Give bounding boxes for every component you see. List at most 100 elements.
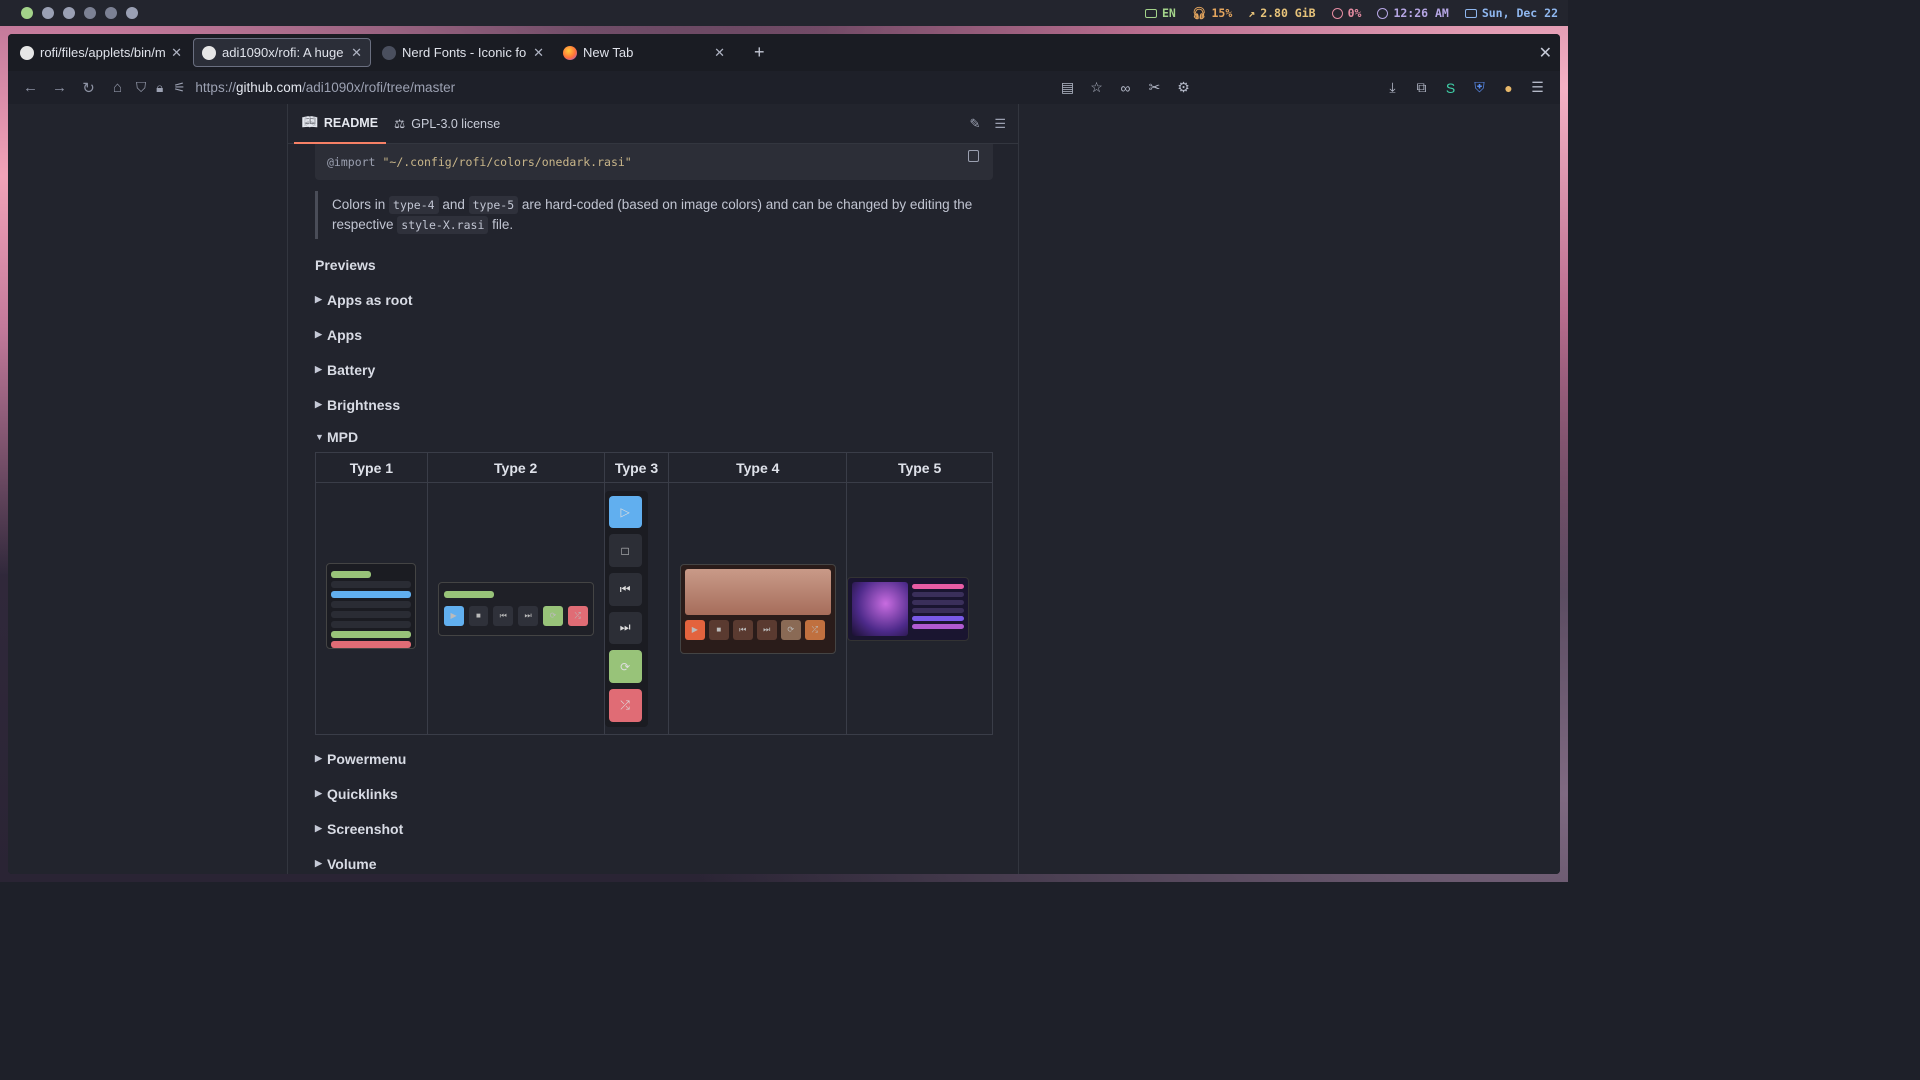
close-tab-icon[interactable]: ✕ [533, 45, 544, 61]
navigation-bar: ← → ↻ ⌂ ⛉ 🔒︎ ⚟ https://github.com/adi109… [8, 71, 1560, 104]
collapsed-triangle-icon: ▶ [315, 294, 322, 304]
readme-content: @import "~/.config/rofi/colors/onedark.r… [315, 144, 993, 874]
tab-adi1090x-rofi[interactable]: adi1090x/rofi: A huge c ✕ [193, 38, 371, 67]
collapsed-triangle-icon: ▶ [315, 753, 322, 763]
reload-icon[interactable]: ↻ [74, 73, 103, 102]
expanded-triangle-icon: ▼ [315, 432, 324, 442]
collapsed-triangle-icon: ▶ [315, 788, 322, 798]
url-text[interactable]: https://github.com/adi1090x/rofi/tree/ma… [195, 80, 455, 95]
bitwarden-shield-icon[interactable]: ⛨ [1465, 73, 1494, 102]
book-icon: 📖︎ [302, 115, 318, 129]
workspace-dot-4[interactable] [84, 7, 96, 19]
keyboard-icon [1145, 8, 1157, 18]
tab-new-tab[interactable]: New Tab ✕ [555, 38, 733, 67]
url-bar[interactable]: ⛉ 🔒︎ ⚟ https://github.com/adi1090x/rofi/… [132, 74, 1053, 102]
forward-arrow-icon[interactable]: → [45, 73, 74, 102]
readme-header: 📖︎ README ⚖ GPL-3.0 license ✎ ☰ [288, 104, 1018, 144]
screenshot-icon[interactable]: ✂ [1140, 73, 1169, 102]
download-icon[interactable]: ⤓ [1378, 73, 1407, 102]
type-5-cell [846, 482, 993, 735]
tab-rofi-files[interactable]: rofi/files/applets/bin/m ✕ [12, 38, 190, 67]
next-icon: ⏭ [608, 611, 642, 645]
clock-icon [1377, 7, 1389, 19]
headphones-icon: 🎧︎ [1191, 6, 1207, 20]
type-3-screenshot[interactable]: ▷ □ ⏮ ⏭ ⟳ ⤮ [604, 490, 648, 727]
type-1-cell [315, 482, 428, 735]
tab-license[interactable]: ⚖ GPL-3.0 license [386, 104, 508, 144]
workspace-dot-2[interactable] [42, 7, 54, 19]
workspace-dot-1[interactable] [21, 7, 33, 19]
copy-icon[interactable] [968, 150, 979, 162]
tab-nerd-fonts[interactable]: Nerd Fonts - Iconic fon ✕ [374, 38, 552, 67]
close-tab-icon[interactable]: ✕ [351, 45, 362, 61]
stop-icon: □ [608, 534, 642, 567]
column-header: Type 3 [603, 452, 670, 483]
cpu-status: 0% [1331, 6, 1361, 20]
volume-status[interactable]: 🎧︎ 15% [1192, 6, 1232, 20]
type-2-screenshot[interactable]: ▶ ■ ⏮ ⏭ ⟳ ⤮ [437, 581, 594, 636]
type-4-cell: ▶ ■ ⏮ ⏭ ⟳ ⤮ [668, 482, 848, 735]
previews-heading: Previews [315, 257, 376, 273]
collapsed-triangle-icon: ▶ [315, 364, 322, 374]
summary-mpd[interactable]: ▼ MPD [315, 422, 993, 452]
summary-powermenu[interactable]: ▶ Powermenu [315, 741, 993, 776]
readme-panel: 📖︎ README ⚖ GPL-3.0 license ✎ ☰ @import … [287, 104, 1019, 874]
column-header: Type 4 [668, 452, 848, 483]
code-block: @import "~/.config/rofi/colors/onedark.r… [315, 144, 993, 180]
summary-quicklinks[interactable]: ▶ Quicklinks [315, 776, 993, 811]
back-arrow-icon[interactable]: ← [16, 73, 45, 102]
keyboard-layout[interactable]: EN [1145, 6, 1176, 20]
type-4-screenshot[interactable]: ▶ ■ ⏮ ⏭ ⟳ ⤮ [679, 563, 836, 654]
blockquote-note: Colors in type-4 and type-5 are hard-cod… [315, 191, 993, 239]
profile-avatar-icon[interactable]: ● [1494, 73, 1523, 102]
summary-volume[interactable]: ▶ Volume [315, 846, 993, 874]
home-icon[interactable]: ⌂ [103, 73, 132, 102]
shield-icon[interactable]: ⛉ [136, 80, 146, 96]
firefox-icon [563, 45, 577, 60]
cpu-icon [1331, 7, 1343, 19]
close-window-icon[interactable]: ✕ [1539, 43, 1552, 63]
summary-screenshot[interactable]: ▶ Screenshot [315, 811, 993, 846]
date[interactable]: Sun, Dec 22 [1464, 6, 1558, 20]
nerdfonts-icon [382, 45, 396, 60]
settings-gear-icon[interactable]: ⚙ [1169, 73, 1198, 102]
close-tab-icon[interactable]: ✕ [171, 45, 182, 61]
close-tab-icon[interactable]: ✕ [714, 45, 725, 61]
github-icon [20, 45, 34, 60]
collapsed-triangle-icon: ▶ [315, 399, 322, 409]
github-icon [202, 45, 216, 60]
workspace-dot-5[interactable] [105, 7, 117, 19]
bookmark-star-icon[interactable]: ☆ [1082, 73, 1111, 102]
reader-view-icon[interactable]: ▤ [1053, 73, 1082, 102]
new-tab-plus-icon[interactable]: + [754, 42, 765, 63]
previous-icon: ⏮ [608, 572, 642, 606]
extensions-icon[interactable]: ⧉ [1407, 73, 1436, 102]
workspace-dot-6[interactable] [126, 7, 138, 19]
memory-status: ↗ 2.80 GiB [1248, 6, 1316, 20]
system-top-bar: EN 🎧︎ 15% ↗ 2.80 GiB 0% 12:26 AM Sun, Dec … [0, 0, 1568, 26]
repeat-icon: ⟳ [608, 650, 642, 683]
summary-apps[interactable]: ▶ Apps [315, 317, 993, 352]
workspace-dot-3[interactable] [63, 7, 75, 19]
column-header: Type 5 [846, 452, 993, 483]
type-5-screenshot[interactable] [847, 576, 970, 641]
private-mask-icon[interactable]: ∞ [1111, 73, 1140, 102]
lock-icon[interactable]: 🔒︎ [156, 80, 163, 96]
page-content: 📖︎ README ⚖ GPL-3.0 license ✎ ☰ @import … [8, 104, 1560, 874]
tab-readme[interactable]: 📖︎ README [294, 104, 387, 144]
tab-bar: rofi/files/applets/bin/m ✕ adi1090x/rofi… [8, 34, 1560, 71]
summary-battery[interactable]: ▶ Battery [315, 352, 993, 387]
permissions-icon[interactable]: ⚟ [173, 80, 185, 96]
extension-s-icon[interactable]: S [1436, 73, 1465, 102]
type-1-screenshot[interactable] [326, 563, 417, 649]
edit-pencil-icon[interactable]: ✎ [969, 116, 980, 132]
summary-apps-as-root[interactable]: ▶ Apps as root [315, 282, 993, 317]
menu-hamburger-icon[interactable]: ☰ [1523, 73, 1552, 102]
play-icon: ▷ [608, 495, 642, 529]
summary-brightness[interactable]: ▶ Brightness [315, 387, 993, 422]
outline-list-icon[interactable]: ☰ [994, 116, 1006, 132]
type-2-cell: ▶ ■ ⏮ ⏭ ⟳ ⤮ [426, 482, 605, 735]
shuffle-icon: ⤮ [608, 688, 642, 722]
clock[interactable]: 12:26 AM [1377, 6, 1449, 20]
collapsed-triangle-icon: ▶ [315, 329, 322, 339]
